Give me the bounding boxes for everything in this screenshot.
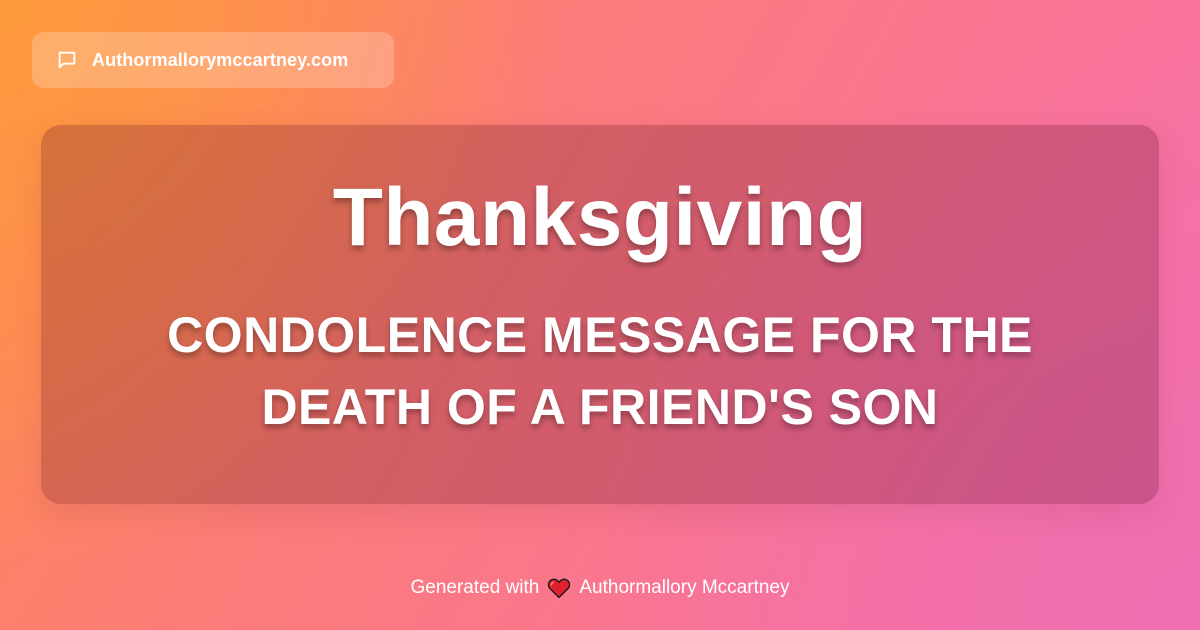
headline: Thanksgiving (332, 172, 868, 263)
heart-icon (547, 577, 571, 599)
footer-author: Authormallory Mccartney (579, 577, 790, 598)
site-name: Authormallorymccartney.com (92, 49, 349, 70)
title-card: Thanksgiving CONDOLENCE MESSAGE FOR THE … (41, 125, 1159, 504)
footer-prefix: Generated with (410, 577, 540, 598)
site-link[interactable]: Authormallorymccartney.com (32, 32, 394, 88)
subtitle: CONDOLENCE MESSAGE FOR THE DEATH OF A FR… (167, 307, 1033, 435)
footer: Generated with Authormallory Mccartney (0, 574, 1200, 602)
chat-bubble-icon (56, 49, 78, 71)
